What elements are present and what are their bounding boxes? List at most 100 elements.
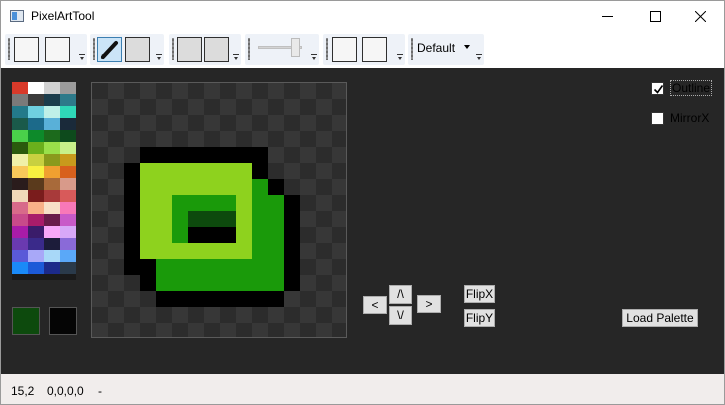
palette-swatch[interactable] <box>28 94 44 106</box>
palette-swatch[interactable] <box>60 202 76 214</box>
close-button[interactable] <box>678 1 724 31</box>
palette-swatch[interactable] <box>60 118 76 130</box>
palette-swatch[interactable] <box>44 94 60 106</box>
mirror-x-checkbox-box[interactable] <box>651 112 664 125</box>
toolbar-overflow-icon[interactable] <box>156 54 162 62</box>
minimize-button[interactable] <box>585 1 631 31</box>
toolbar-grip[interactable] <box>93 38 95 60</box>
toolbar-button-6[interactable] <box>362 37 387 62</box>
palette-swatch[interactable] <box>44 106 60 118</box>
palette-swatch[interactable] <box>28 118 44 130</box>
toolbar-overflow-icon[interactable] <box>311 54 317 62</box>
palette-swatch[interactable] <box>12 250 28 262</box>
palette-swatch[interactable] <box>12 154 28 166</box>
palette-swatch[interactable] <box>60 226 76 238</box>
palette-swatch[interactable] <box>44 166 60 178</box>
palette-swatch[interactable] <box>28 250 44 262</box>
shift-right-button[interactable]: > <box>417 295 441 313</box>
palette-swatch[interactable] <box>12 106 28 118</box>
palette-swatch[interactable] <box>12 238 28 250</box>
palette-swatch[interactable] <box>44 154 60 166</box>
palette-swatch[interactable] <box>44 130 60 142</box>
palette-swatch[interactable] <box>44 82 60 94</box>
palette-swatch[interactable] <box>28 190 44 202</box>
flip-x-button[interactable]: FlipX <box>464 285 495 303</box>
palette-swatch[interactable] <box>12 82 28 94</box>
palette-swatch[interactable] <box>44 118 60 130</box>
palette-swatch[interactable] <box>28 262 44 274</box>
toolbar-button-4[interactable] <box>204 37 229 62</box>
palette-swatch[interactable] <box>60 190 76 202</box>
palette-swatch[interactable] <box>28 178 44 190</box>
toolbar-button-3[interactable] <box>177 37 202 62</box>
shift-left-button[interactable]: < <box>363 296 387 314</box>
palette-swatch[interactable] <box>28 82 44 94</box>
palette-swatch[interactable] <box>60 106 76 118</box>
palette-swatch[interactable] <box>60 238 76 250</box>
palette-swatch[interactable] <box>12 202 28 214</box>
fill-tool-button[interactable] <box>125 37 150 62</box>
palette-swatch[interactable] <box>60 178 76 190</box>
palette-swatch[interactable] <box>44 250 60 262</box>
palette-swatch[interactable] <box>12 262 28 274</box>
palette-swatch[interactable] <box>44 202 60 214</box>
palette-swatch[interactable] <box>44 190 60 202</box>
toolbar-button-5[interactable] <box>332 37 357 62</box>
palette-swatch[interactable] <box>12 142 28 154</box>
palette-swatch[interactable] <box>44 178 60 190</box>
load-palette-button[interactable]: Load Palette <box>622 309 698 327</box>
mirror-x-checkbox[interactable]: MirrorX <box>651 111 715 127</box>
toolbar-button-2[interactable] <box>45 37 70 62</box>
toolbar-grip[interactable] <box>8 38 10 60</box>
palette-swatch[interactable] <box>60 94 76 106</box>
toolbar-grip[interactable] <box>248 38 250 60</box>
palette-swatch[interactable] <box>12 94 28 106</box>
palette-swatch[interactable] <box>12 214 28 226</box>
palette-swatch[interactable] <box>28 130 44 142</box>
palette-swatch[interactable] <box>28 214 44 226</box>
palette-swatch[interactable] <box>60 214 76 226</box>
palette-swatch[interactable] <box>28 226 44 238</box>
drawing-canvas[interactable] <box>91 82 347 338</box>
toolbar-grip[interactable] <box>411 38 413 60</box>
shift-down-button[interactable]: \/ <box>389 306 412 325</box>
toolbar-grip[interactable] <box>172 38 174 60</box>
shift-up-button[interactable]: /\ <box>389 285 412 304</box>
maximize-button[interactable] <box>633 1 679 31</box>
palette-swatch[interactable] <box>60 166 76 178</box>
palette-swatch[interactable] <box>28 142 44 154</box>
secondary-color-swatch[interactable] <box>49 307 77 335</box>
palette-swatch[interactable] <box>12 130 28 142</box>
palette-swatch[interactable] <box>60 154 76 166</box>
palette-swatch[interactable] <box>28 238 44 250</box>
toolbar-overflow-icon[interactable] <box>79 54 85 62</box>
palette-swatch[interactable] <box>44 262 60 274</box>
palette-swatch[interactable] <box>12 178 28 190</box>
outline-checkbox-box[interactable] <box>651 82 664 95</box>
palette-swatch[interactable] <box>44 142 60 154</box>
palette-swatch[interactable] <box>12 190 28 202</box>
palette-swatch[interactable] <box>44 226 60 238</box>
palette-swatch[interactable] <box>28 166 44 178</box>
blend-mode-combo[interactable]: Default <box>417 41 455 55</box>
palette-swatch[interactable] <box>44 238 60 250</box>
palette-swatch[interactable] <box>28 154 44 166</box>
palette-swatch[interactable] <box>60 250 76 262</box>
palette-swatch[interactable] <box>60 142 76 154</box>
palette-swatch[interactable] <box>60 130 76 142</box>
toolbar-grip[interactable] <box>326 38 328 60</box>
outline-checkbox[interactable]: Outline <box>651 80 715 97</box>
toolbar-overflow-icon[interactable] <box>397 54 403 62</box>
brush-size-slider-thumb[interactable] <box>291 38 300 57</box>
palette-swatch[interactable] <box>12 166 28 178</box>
primary-color-swatch[interactable] <box>12 307 40 335</box>
palette-swatch[interactable] <box>28 106 44 118</box>
palette-swatch[interactable] <box>60 82 76 94</box>
toolbar-overflow-icon[interactable] <box>476 54 482 62</box>
toolbar-button-1[interactable] <box>14 37 39 62</box>
palette-swatch[interactable] <box>44 214 60 226</box>
pencil-tool-button[interactable] <box>97 37 122 62</box>
toolbar-overflow-icon[interactable] <box>233 54 239 62</box>
chevron-down-icon[interactable] <box>464 45 470 49</box>
palette-swatch[interactable] <box>60 262 76 274</box>
